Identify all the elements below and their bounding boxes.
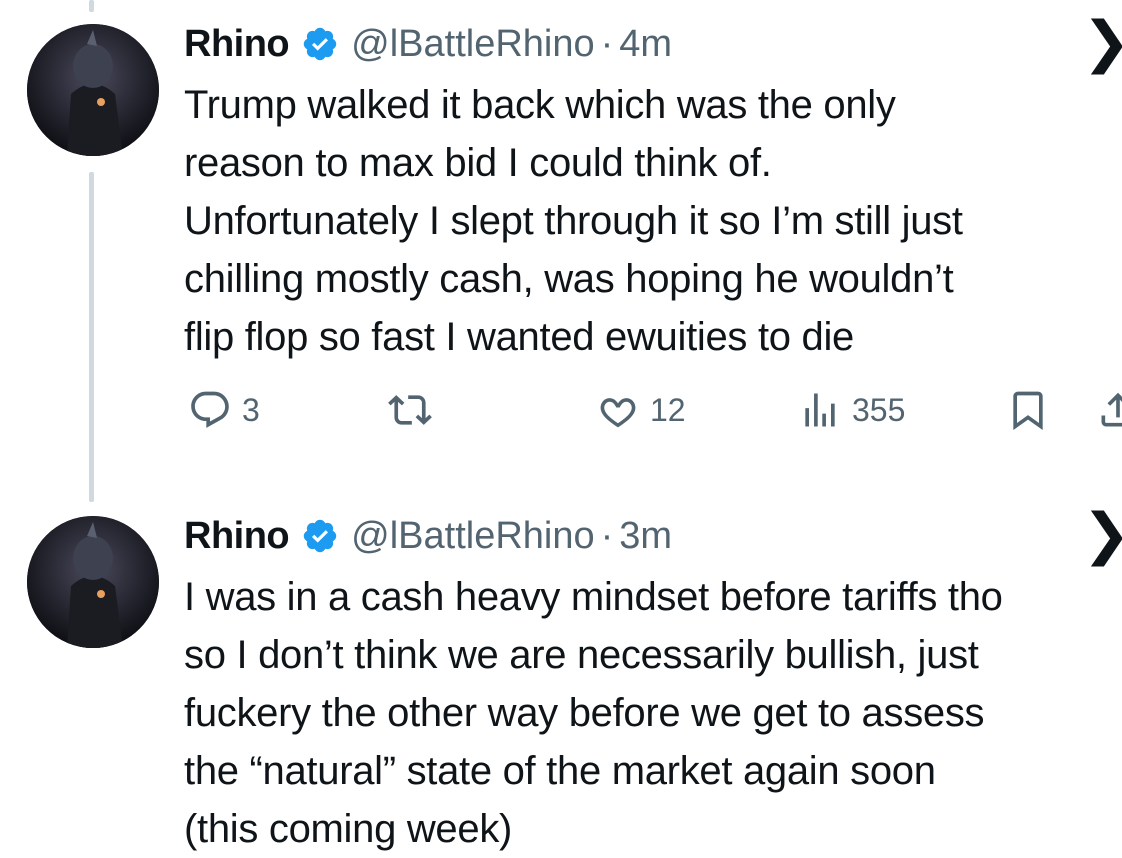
- tweet-header: Rhino @lBattleRhino · 3m: [184, 512, 1122, 560]
- tweet-text: Trump walked it back which was the only …: [184, 83, 963, 359]
- display-name[interactable]: Rhino: [184, 515, 290, 558]
- thread-line-connector: [89, 172, 94, 502]
- share-button[interactable]: [1096, 388, 1122, 432]
- views-icon: [805, 393, 835, 427]
- verified-badge-icon: [303, 27, 337, 61]
- bookmark-button[interactable]: [1006, 388, 1050, 432]
- views-button[interactable]: 355: [798, 388, 905, 432]
- user-handle[interactable]: @lBattleRhino: [351, 23, 594, 66]
- retweet-icon: [388, 395, 432, 425]
- views-count: 355: [852, 391, 906, 428]
- reply-button[interactable]: 3: [188, 388, 260, 432]
- avatar-image: [27, 516, 159, 648]
- timestamp[interactable]: 3m: [619, 515, 672, 558]
- more-chevron-icon[interactable]: ❯: [1082, 14, 1122, 70]
- tweet-header: Rhino @lBattleRhino · 4m: [184, 20, 1122, 68]
- avatar[interactable]: [27, 516, 159, 648]
- heart-icon: [600, 398, 636, 428]
- like-count: 12: [650, 391, 686, 428]
- thread-line-top: [89, 0, 94, 12]
- timestamp[interactable]: 4m: [619, 23, 672, 66]
- tweet-2[interactable]: Rhino @lBattleRhino · 3m ❯ I was in a ca…: [184, 506, 1122, 858]
- avatar[interactable]: [27, 24, 159, 156]
- tweet-text: I was in a cash heavy mindset before tar…: [184, 575, 1003, 851]
- avatar-image: [27, 24, 159, 156]
- more-chevron-icon[interactable]: ❯: [1082, 506, 1122, 562]
- separator-dot: ·: [600, 514, 614, 557]
- action-bar: 3 12 355: [188, 388, 1122, 448]
- retweet-button[interactable]: [388, 388, 442, 432]
- separator-dot: ·: [600, 22, 614, 65]
- reply-icon: [191, 391, 229, 428]
- reply-count: 3: [242, 391, 260, 428]
- display-name[interactable]: Rhino: [184, 23, 290, 66]
- like-button[interactable]: 12: [596, 388, 686, 432]
- user-handle[interactable]: @lBattleRhino: [351, 515, 594, 558]
- tweet-1[interactable]: Rhino @lBattleRhino · 4m ❯ Trump walked …: [184, 14, 1122, 366]
- share-icon: [1101, 392, 1122, 427]
- verified-badge-icon: [303, 519, 337, 553]
- bookmark-icon: [1013, 391, 1043, 431]
